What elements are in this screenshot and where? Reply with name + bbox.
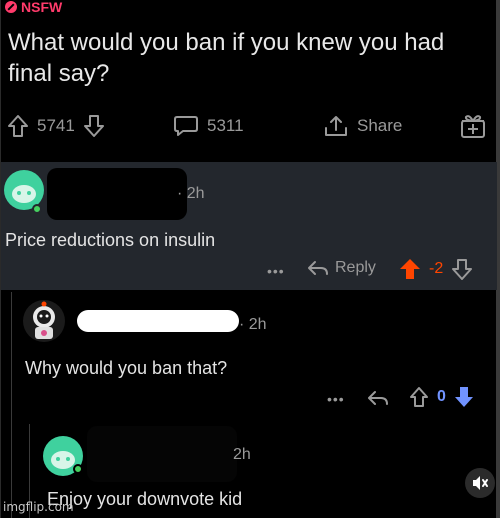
reply-label: Reply xyxy=(335,259,376,276)
share-label: Share xyxy=(357,116,403,135)
share-icon xyxy=(323,114,349,138)
online-indicator xyxy=(32,204,42,214)
post-actions: 5741 5311 Share xyxy=(1,108,497,144)
downvote-active-icon[interactable] xyxy=(454,386,474,408)
comment-time: 2h xyxy=(233,446,251,463)
mute-button[interactable] xyxy=(465,468,495,498)
reply-icon xyxy=(307,259,329,277)
upvote-icon[interactable] xyxy=(409,386,429,408)
comment-highlighted: · 2h Price reductions on insulin ••• Rep… xyxy=(1,162,497,290)
reply-icon[interactable] xyxy=(367,389,389,407)
username-redacted xyxy=(47,168,187,220)
reply-button[interactable]: Reply xyxy=(307,259,376,277)
app-frame: NSFW What would you ban if you knew you … xyxy=(0,0,500,518)
vote-group: -2 xyxy=(399,258,473,280)
upvote-count: 5741 xyxy=(37,116,75,135)
post-title: What would you ban if you knew you had f… xyxy=(8,29,445,87)
comment-score: 0 xyxy=(437,388,446,405)
comment-text: Why would you ban that? xyxy=(25,358,228,378)
watermark: imgflip.com xyxy=(3,500,74,514)
username-redacted xyxy=(87,426,237,482)
comment-score: -2 xyxy=(429,260,444,277)
thread-line xyxy=(11,292,12,518)
more-options-button[interactable]: ••• xyxy=(327,391,345,407)
upvote-active-icon[interactable] xyxy=(399,258,421,280)
more-options-button[interactable]: ••• xyxy=(267,263,285,279)
nsfw-label: NSFW xyxy=(21,0,63,15)
downvote-icon[interactable] xyxy=(451,258,473,280)
username-redacted xyxy=(77,310,239,332)
comment-time: · 2h xyxy=(177,185,205,202)
comments-button[interactable]: 5311 xyxy=(173,114,244,138)
avatar[interactable] xyxy=(23,300,65,342)
downvote-icon[interactable] xyxy=(83,114,105,138)
comment-time: · 2h xyxy=(239,316,267,333)
share-button[interactable]: Share xyxy=(323,114,402,138)
mute-icon xyxy=(471,474,489,492)
award-icon xyxy=(459,112,487,140)
vote-group: 0 xyxy=(409,386,474,408)
comment-count: 5311 xyxy=(207,116,244,135)
comment-text: Enjoy your downvote kid xyxy=(47,489,243,509)
upvote-icon[interactable] xyxy=(7,114,29,138)
nsfw-tag: NSFW xyxy=(5,0,63,15)
award-button[interactable] xyxy=(459,112,487,140)
vote-group: 5741 xyxy=(7,114,105,138)
nsfw-icon xyxy=(5,1,17,13)
online-indicator xyxy=(73,464,83,474)
comment-text: Price reductions on insulin xyxy=(5,230,216,250)
comment-icon xyxy=(173,114,199,138)
